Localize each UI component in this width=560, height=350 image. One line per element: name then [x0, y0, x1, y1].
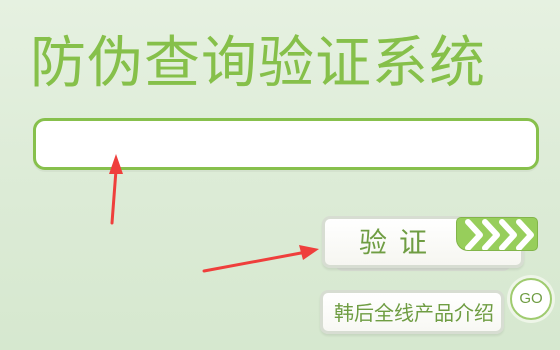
- verify-button-label: 验证: [359, 226, 440, 259]
- page-title: 防伪查询验证系统: [30, 31, 486, 96]
- go-button[interactable]: GO: [510, 278, 552, 320]
- anti-counterfeit-code-input[interactable]: [33, 118, 539, 170]
- product-introduction-button[interactable]: 韩后全线产品介绍: [320, 290, 504, 334]
- product-introduction-label: 韩后全线产品介绍: [334, 301, 494, 325]
- red-arrow-right-icon: [202, 245, 319, 273]
- chevron-arrows-icon: [456, 217, 538, 251]
- verify-button[interactable]: 验证: [322, 216, 538, 271]
